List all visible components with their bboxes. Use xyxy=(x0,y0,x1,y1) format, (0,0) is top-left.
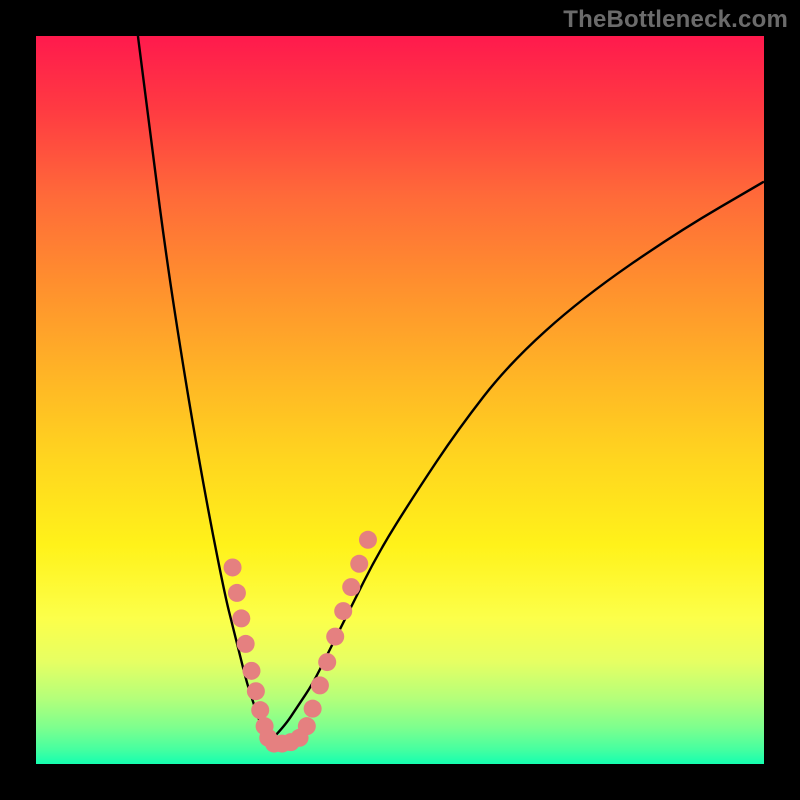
marker-point xyxy=(242,662,260,680)
chart-frame: TheBottleneck.com xyxy=(0,0,800,800)
chart-svg xyxy=(36,36,764,764)
marker-point xyxy=(334,602,352,620)
marker-point xyxy=(237,635,255,653)
series-right-path xyxy=(269,182,764,743)
watermark-text: TheBottleneck.com xyxy=(563,6,788,34)
marker-point xyxy=(298,717,316,735)
marker-point xyxy=(304,700,322,718)
plot-area xyxy=(36,36,764,764)
marker-point xyxy=(224,558,242,576)
marker-point xyxy=(247,682,265,700)
marker-point xyxy=(342,578,360,596)
curve-right xyxy=(269,182,764,743)
marker-point xyxy=(232,609,250,627)
marker-point xyxy=(326,628,344,646)
marker-point xyxy=(251,701,269,719)
marker-point xyxy=(359,531,377,549)
marker-point xyxy=(318,653,336,671)
marker-point xyxy=(228,584,246,602)
markers-group xyxy=(224,531,377,753)
marker-point xyxy=(350,555,368,573)
marker-point xyxy=(311,676,329,694)
